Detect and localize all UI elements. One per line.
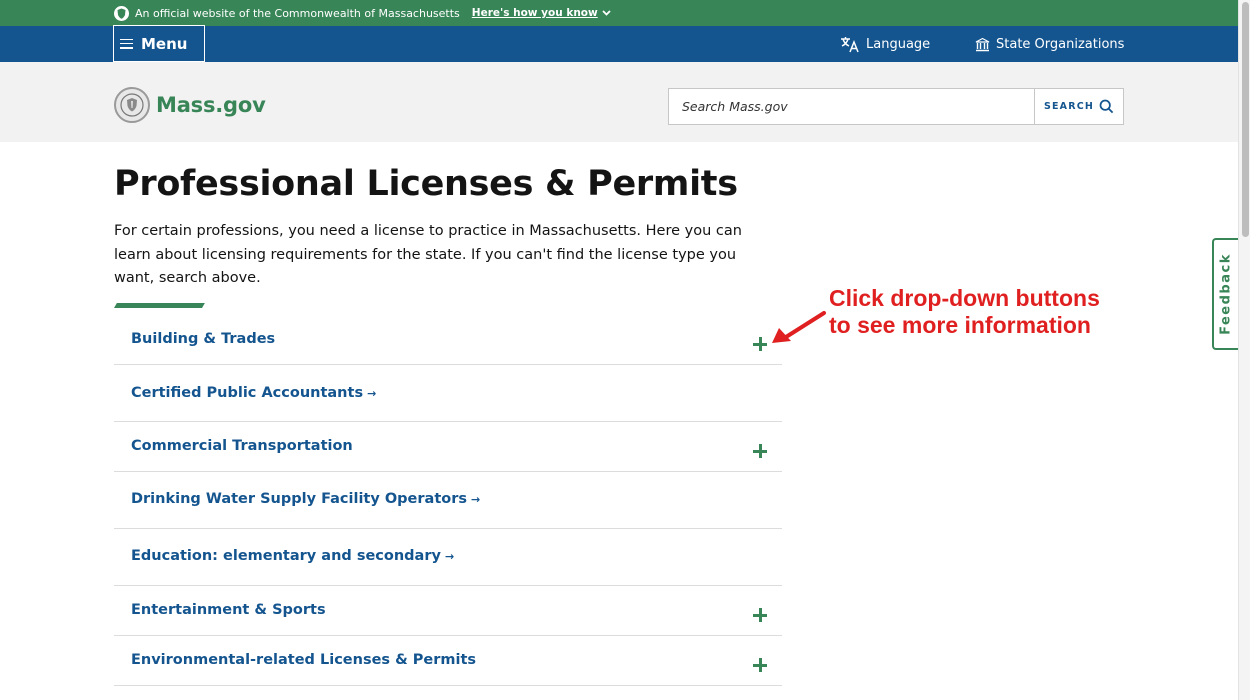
state-organizations-button[interactable]: State Organizations [975,26,1124,62]
official-banner-text: An official website of the Commonwealth … [135,6,460,20]
page-title: Professional Licenses & Permits [114,164,738,204]
list-item-label: Environmental-related Licenses & Permits [131,652,477,668]
search-box: SEARCH [668,88,1124,125]
plus-icon[interactable] [752,336,768,352]
arrow-right-icon: → [367,387,377,400]
building-icon [975,37,990,51]
list-item-text: Certified Public Accountants → [131,385,376,401]
feedback-tab[interactable]: Feedback [1212,238,1238,350]
list-item-label: Building & Trades [131,331,276,347]
list-item-label: Certified Public Accountants [131,385,364,401]
how-you-know-link[interactable]: Here's how you know [472,7,611,19]
annotation-line-2: to see more information [829,312,1091,338]
site-header: Mass.gov SEARCH [0,62,1250,142]
chevron-down-icon [602,7,611,19]
language-button[interactable]: Language [840,26,930,62]
accordion-commercial-transportation[interactable]: Commercial Transportation [114,422,782,472]
state-organizations-label: State Organizations [996,36,1125,52]
plus-icon[interactable] [752,443,768,459]
list-item-label: Entertainment & Sports [131,602,326,618]
list-item-label: Commercial Transportation [131,438,353,454]
search-button[interactable]: SEARCH [1034,89,1123,124]
search-input[interactable] [669,89,1034,124]
search-icon [1099,99,1114,114]
link-certified-public-accountants[interactable]: Certified Public Accountants → [114,365,782,422]
search-button-label: SEARCH [1043,101,1095,112]
list-item-label: Education: elementary and secondary [131,548,441,564]
official-banner: An official website of the Commonwealth … [0,0,1250,26]
annotation-text: Click drop-down buttons to see more info… [829,285,1100,339]
annotation-line-1: Click drop-down buttons [829,285,1100,311]
seal-logo-icon [114,87,150,123]
main-nav: Menu Language State Organizations [0,25,1250,62]
how-you-know-label: Here's how you know [471,7,598,19]
hamburger-icon [120,38,133,49]
mass-gov-logo[interactable]: Mass.gov [114,87,266,123]
seal-icon [114,5,129,21]
intro-text: For certain professions, you need a lice… [114,223,742,286]
accent-rule [114,303,205,308]
feedback-label: Feedback [1218,253,1234,335]
menu-button[interactable]: Menu [113,25,205,62]
scrollbar[interactable] [1238,0,1250,700]
logo-text: Mass.gov [156,93,266,117]
link-education-elementary-secondary[interactable]: Education: elementary and secondary → [114,529,782,586]
accordion-building-trades[interactable]: Building & Trades [114,314,782,365]
scrollbar-thumb[interactable] [1242,2,1249,237]
annotation-arrow-icon [772,311,826,343]
link-drinking-water-operators[interactable]: Drinking Water Supply Facility Operators… [114,472,782,529]
list-item-label: Drinking Water Supply Facility Operators [131,491,467,507]
list-item-text: Drinking Water Supply Facility Operators… [131,491,480,507]
plus-icon[interactable] [752,657,768,673]
plus-icon[interactable] [752,607,768,623]
language-label: Language [866,36,931,52]
menu-label: Menu [141,34,188,53]
accordion-entertainment-sports[interactable]: Entertainment & Sports [114,586,782,636]
translate-icon [841,36,859,52]
arrow-right-icon: → [444,550,455,563]
list-item-text: Education: elementary and secondary → [131,548,454,564]
license-list: Building & Trades Certified Public Accou… [114,314,782,686]
accordion-environmental-licenses[interactable]: Environmental-related Licenses & Permits [114,636,782,686]
arrow-right-icon: → [471,493,481,506]
